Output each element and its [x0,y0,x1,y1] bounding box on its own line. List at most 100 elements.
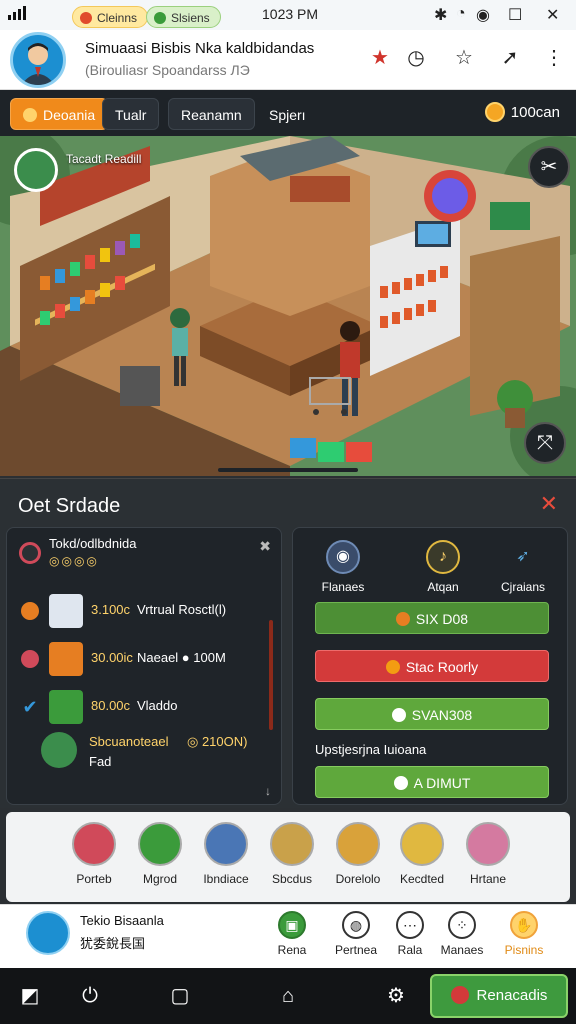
app-logo-icon[interactable]: ◩ [14,980,46,1012]
sell-button[interactable]: Stac Roorly [315,650,549,682]
nav-pertnea[interactable]: ◍ Pertnea [326,911,386,957]
tab-tualr[interactable]: Tualr [102,98,160,130]
tools-icon[interactable]: ✂ [528,146,570,188]
category-kecdted[interactable]: Kecdted [392,822,452,886]
history-icon[interactable]: ◷ [402,44,430,72]
sale-label: Naeael ● 100M [137,650,226,665]
power-icon[interactable]: ⏻ [74,980,106,1012]
nav-manaes[interactable]: ⁘ Manaes [432,911,492,957]
bookmark-icon[interactable]: ★ [366,44,394,72]
expand-icon[interactable]: ⤧ [524,422,566,464]
shop-icon: ▣ [278,911,306,939]
wifi-icon: ◔ [456,5,466,22]
home-icon[interactable]: ⌂ [272,980,304,1012]
owner-badges: ◎◎◎◎ [49,554,99,568]
category-hrtane[interactable]: Hrtane [458,822,518,886]
store-scene[interactable]: Tacadt Readill ✂ ⤧ [0,136,576,476]
list-item[interactable]: 3.100c Vrtrual Rosctl(l) [21,592,261,632]
pin-icon: ◉ [326,540,360,574]
category-label: Ibndiace [203,872,249,886]
sale-price: 80.00c [91,698,131,713]
option-cjraians[interactable]: ➶ Cjraians [483,540,563,594]
sales-card: Tokd/odlbdnida ◎◎◎◎ ✖ 3.100c Vrtrual Ros… [6,527,282,805]
category-icon [336,822,380,866]
recent-apps-icon[interactable]: ▢ [164,980,196,1012]
signal-icon [8,6,26,20]
list-item[interactable]: Sbcuanoteael ◎ 210ON) Fad [37,724,277,784]
option-atqan[interactable]: ♪ Atqan [403,540,483,594]
category-dorelolo[interactable]: Dorelolo [328,822,388,886]
nav-rala[interactable]: ⋯ Rala [380,911,440,957]
clock: 1023 PM [262,6,319,22]
category-label: Dorelolo [335,872,381,886]
category-label: Porteb [76,872,112,886]
upgrade-button-label: A DIMUT [413,775,471,791]
window-icon[interactable]: ☐ [508,5,522,25]
category-mgrod[interactable]: Mgrod [130,822,190,886]
status-chip-2[interactable]: Slsiens [146,6,221,28]
rocket-icon: ➶ [516,548,530,565]
tab-deoania[interactable]: Deoania [10,98,109,130]
nav-label: Pertnea [334,943,378,957]
close-icon[interactable]: ✕ [540,491,558,517]
product-icon [49,594,83,628]
collapse-icon[interactable]: ✖ [259,538,271,555]
status-bar: Cleinns Slsiens 1023 PM ✱ ◔ ◉ ☐ ✕ [0,0,576,30]
eye-icon: ◉ [476,7,490,24]
tab-bar: Deoania Tualr Reanamn Spjerı 100can [0,90,576,136]
close-icon[interactable]: ✕ [546,5,559,25]
page-subtitle: (Birouliasr Spoandarss ЛЭ [85,62,250,78]
category-porteb[interactable]: Porteb [64,822,124,886]
pack-price: ◎ 210ON) [187,734,248,749]
coin-balance: 100can [484,102,560,122]
profile-name: Tekio Bisaanla [80,913,164,928]
status-chip-1-label: Cleinns [97,11,138,25]
nav-rena[interactable]: ▣ Rena [262,911,322,957]
option-flanaes[interactable]: ◉ Flanaes [303,540,383,594]
upgrade-label: Upstjesrjna Iuioana [315,742,427,757]
upgrade-button[interactable]: A DIMUT [315,766,549,798]
avatar[interactable] [10,32,66,88]
coin-icon [484,102,505,122]
gear-icon[interactable]: ⚙ [380,980,412,1012]
nav-pisnins[interactable]: ✋ Pisnins [494,911,554,957]
page-title: Simuaasi Bisbis Nka kaldbidandas [85,40,315,57]
buy-button[interactable]: SIX D08 [315,602,549,634]
status-chip-1[interactable]: Cleinns [72,6,149,28]
sale-label: Vrtrual Rosctl(l) [137,602,227,617]
category-icon [270,822,314,866]
avatar[interactable] [26,911,70,955]
more-icon[interactable]: ⋮ [540,44,568,72]
tab-spjeri[interactable]: Spjerı [256,98,319,130]
list-item[interactable]: ✔ 80.00c Vladdo [21,688,261,728]
category-sbcdus[interactable]: Sbcdus [262,822,322,886]
store-panel: Oet Srdade ✕ Tokd/odlbdnida ◎◎◎◎ ✖ 3.100… [0,478,576,808]
category-bar: Porteb Mgrod Ibndiace Sbcdus Dorelolo Ke… [6,812,570,902]
coin-amount: 100can [510,104,560,121]
scrollbar[interactable] [269,620,273,730]
tab-label: Tualr [115,107,147,123]
category-label: Mgrod [142,872,177,886]
stock-button[interactable]: SVAN308 [315,698,549,730]
share-icon[interactable]: ➚ [496,44,524,72]
alert-icon [80,12,92,24]
rewards-button[interactable]: Renacadis [430,974,568,1018]
nav-label: Rena [277,943,307,957]
option-label: Flanaes [321,580,365,594]
nav-label: Rala [397,943,423,957]
star-icon[interactable]: ☆ [450,44,478,72]
tab-reanamn[interactable]: Reanamn [168,98,255,130]
avatar-portrait-icon [21,43,55,85]
arrow-down-icon[interactable]: ↓ [265,784,271,798]
room-avatar[interactable] [14,148,58,192]
nav-label: Manaes [440,943,484,957]
bell-icon: ♪ [426,540,460,574]
profile-bar: Tekio Bisaanla 犹委銳長国 ▣ Rena ◍ Pertnea ⋯ … [0,904,576,968]
room-label: Tacadt Readill [66,152,142,166]
category-ibndiace[interactable]: Ibndiace [196,822,256,886]
hand-icon: ✋ [510,911,538,939]
list-item[interactable]: 30.00ic Naeael ● 100M [21,640,261,680]
settings-icon: ⁘ [448,911,476,939]
owner-name: Tokd/odlbdnida [49,536,137,551]
category-icon [72,822,116,866]
